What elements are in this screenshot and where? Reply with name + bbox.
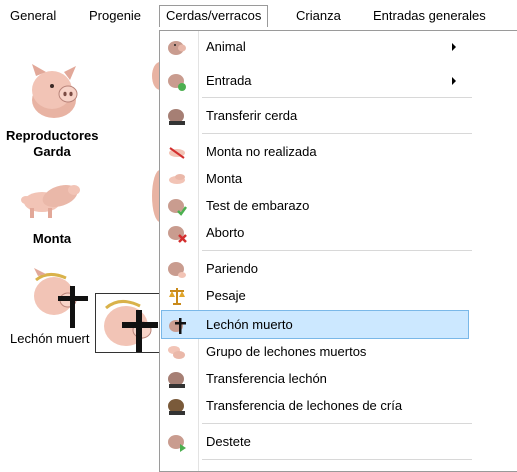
- menu-item-aborto[interactable]: Aborto: [162, 219, 468, 246]
- menu-item-test-embarazo[interactable]: Test de embarazo: [162, 192, 468, 219]
- menu-item-label: Entrada: [206, 73, 252, 88]
- abortion-icon: [168, 226, 187, 243]
- pig-head-icon[interactable]: [28, 62, 82, 122]
- sow-transfer-icon: [168, 109, 185, 125]
- menu-separator: [202, 459, 472, 460]
- menu-item-grupo-lechones-muertos[interactable]: Grupo de lechones muertos: [162, 338, 468, 365]
- submenu-arrow-icon: [452, 43, 456, 51]
- menu-item-label: Grupo de lechones muertos: [206, 344, 367, 359]
- menu-item-label: Transferencia de lechones de cría: [206, 398, 403, 413]
- tile-label-reproductores: Reproductores Garda: [6, 128, 98, 160]
- submenu-arrow-icon: [452, 77, 456, 85]
- menu-item-pariendo[interactable]: Pariendo: [162, 255, 468, 282]
- menu-entradas-generales[interactable]: Entradas generales: [367, 6, 492, 26]
- menu-item-label: Pariendo: [206, 261, 259, 276]
- sow-icon: [168, 41, 186, 55]
- mating-cancelled-icon: [169, 147, 185, 159]
- tile-label-reproductores-text: Reproductores Garda: [6, 128, 99, 159]
- menu-separator: [202, 250, 472, 251]
- scale-icon: [169, 288, 185, 305]
- menu-item-label: Transferir cerda: [206, 108, 298, 123]
- menu-item-monta[interactable]: Monta: [162, 165, 468, 192]
- menu-cerdas-verracos[interactable]: Cerdas/verracos: [159, 5, 269, 27]
- menu-separator: [202, 423, 472, 424]
- tile-label-monta: Monta: [32, 231, 72, 246]
- menu-item-label: Monta no realizada: [206, 144, 317, 159]
- menu-item-label: Transferencia lechón: [206, 371, 327, 386]
- menu-general[interactable]: General: [4, 6, 62, 26]
- menu-item-label: Test de embarazo: [206, 198, 310, 213]
- mating-icon: [169, 174, 185, 184]
- sow-entry-icon: [168, 74, 186, 91]
- weaning-icon: [168, 435, 186, 452]
- menu-item-transferir-cerda[interactable]: Transferir cerda: [162, 102, 468, 129]
- menu-item-transferencia-lechon[interactable]: Transferencia lechón: [162, 365, 468, 392]
- menu-separator: [202, 133, 472, 134]
- farrowing-icon: [168, 262, 186, 278]
- menu-item-entrada[interactable]: Entrada: [162, 67, 468, 94]
- menu-item-monta-no-realizada[interactable]: Monta no realizada: [162, 138, 468, 165]
- drag-ghost: [95, 293, 161, 353]
- menu-progenie[interactable]: Progenie: [83, 6, 147, 26]
- mating-pigs-icon[interactable]: [18, 176, 82, 222]
- menu-item-pesaje[interactable]: Pesaje: [162, 282, 468, 309]
- menu-item-animal[interactable]: Animal: [162, 33, 468, 60]
- menu-item-label: Destete: [206, 434, 251, 449]
- dead-piglet-icon: [169, 318, 186, 334]
- menu-item-label: Aborto: [206, 225, 245, 240]
- menu-item-label: Monta: [206, 171, 243, 186]
- piglet-transfer-icon: [168, 372, 185, 388]
- dead-piglet-group-icon: [168, 346, 185, 359]
- tile-label-lechon-muerto: Lechón muert: [10, 331, 90, 346]
- menu-crianza[interactable]: Crianza: [290, 6, 347, 26]
- menu-item-label: Lechón muerto: [206, 317, 293, 332]
- piglet-nurse-transfer-icon: [168, 399, 185, 415]
- dead-pig-cross-icon[interactable]: [28, 266, 92, 330]
- menu-item-transferencia-lechones-cria[interactable]: Transferencia de lechones de cría: [162, 392, 468, 419]
- menu-item-label: Pesaje: [206, 288, 246, 303]
- menu-item-label: Animal: [206, 39, 246, 54]
- menu-item-lechon-muerto[interactable]: Lechón muerto: [161, 310, 469, 339]
- cerdas-verracos-dropdown: Animal Entrada Transferir cerda Monta no…: [159, 30, 517, 472]
- menu-bar: General Progenie Cerdas/verracos Crianza…: [0, 0, 517, 31]
- dead-pig-cross-icon: [104, 300, 158, 352]
- menu-item-destete[interactable]: Destete: [162, 428, 468, 455]
- menu-separator: [202, 97, 472, 98]
- pregnancy-test-icon: [168, 199, 187, 216]
